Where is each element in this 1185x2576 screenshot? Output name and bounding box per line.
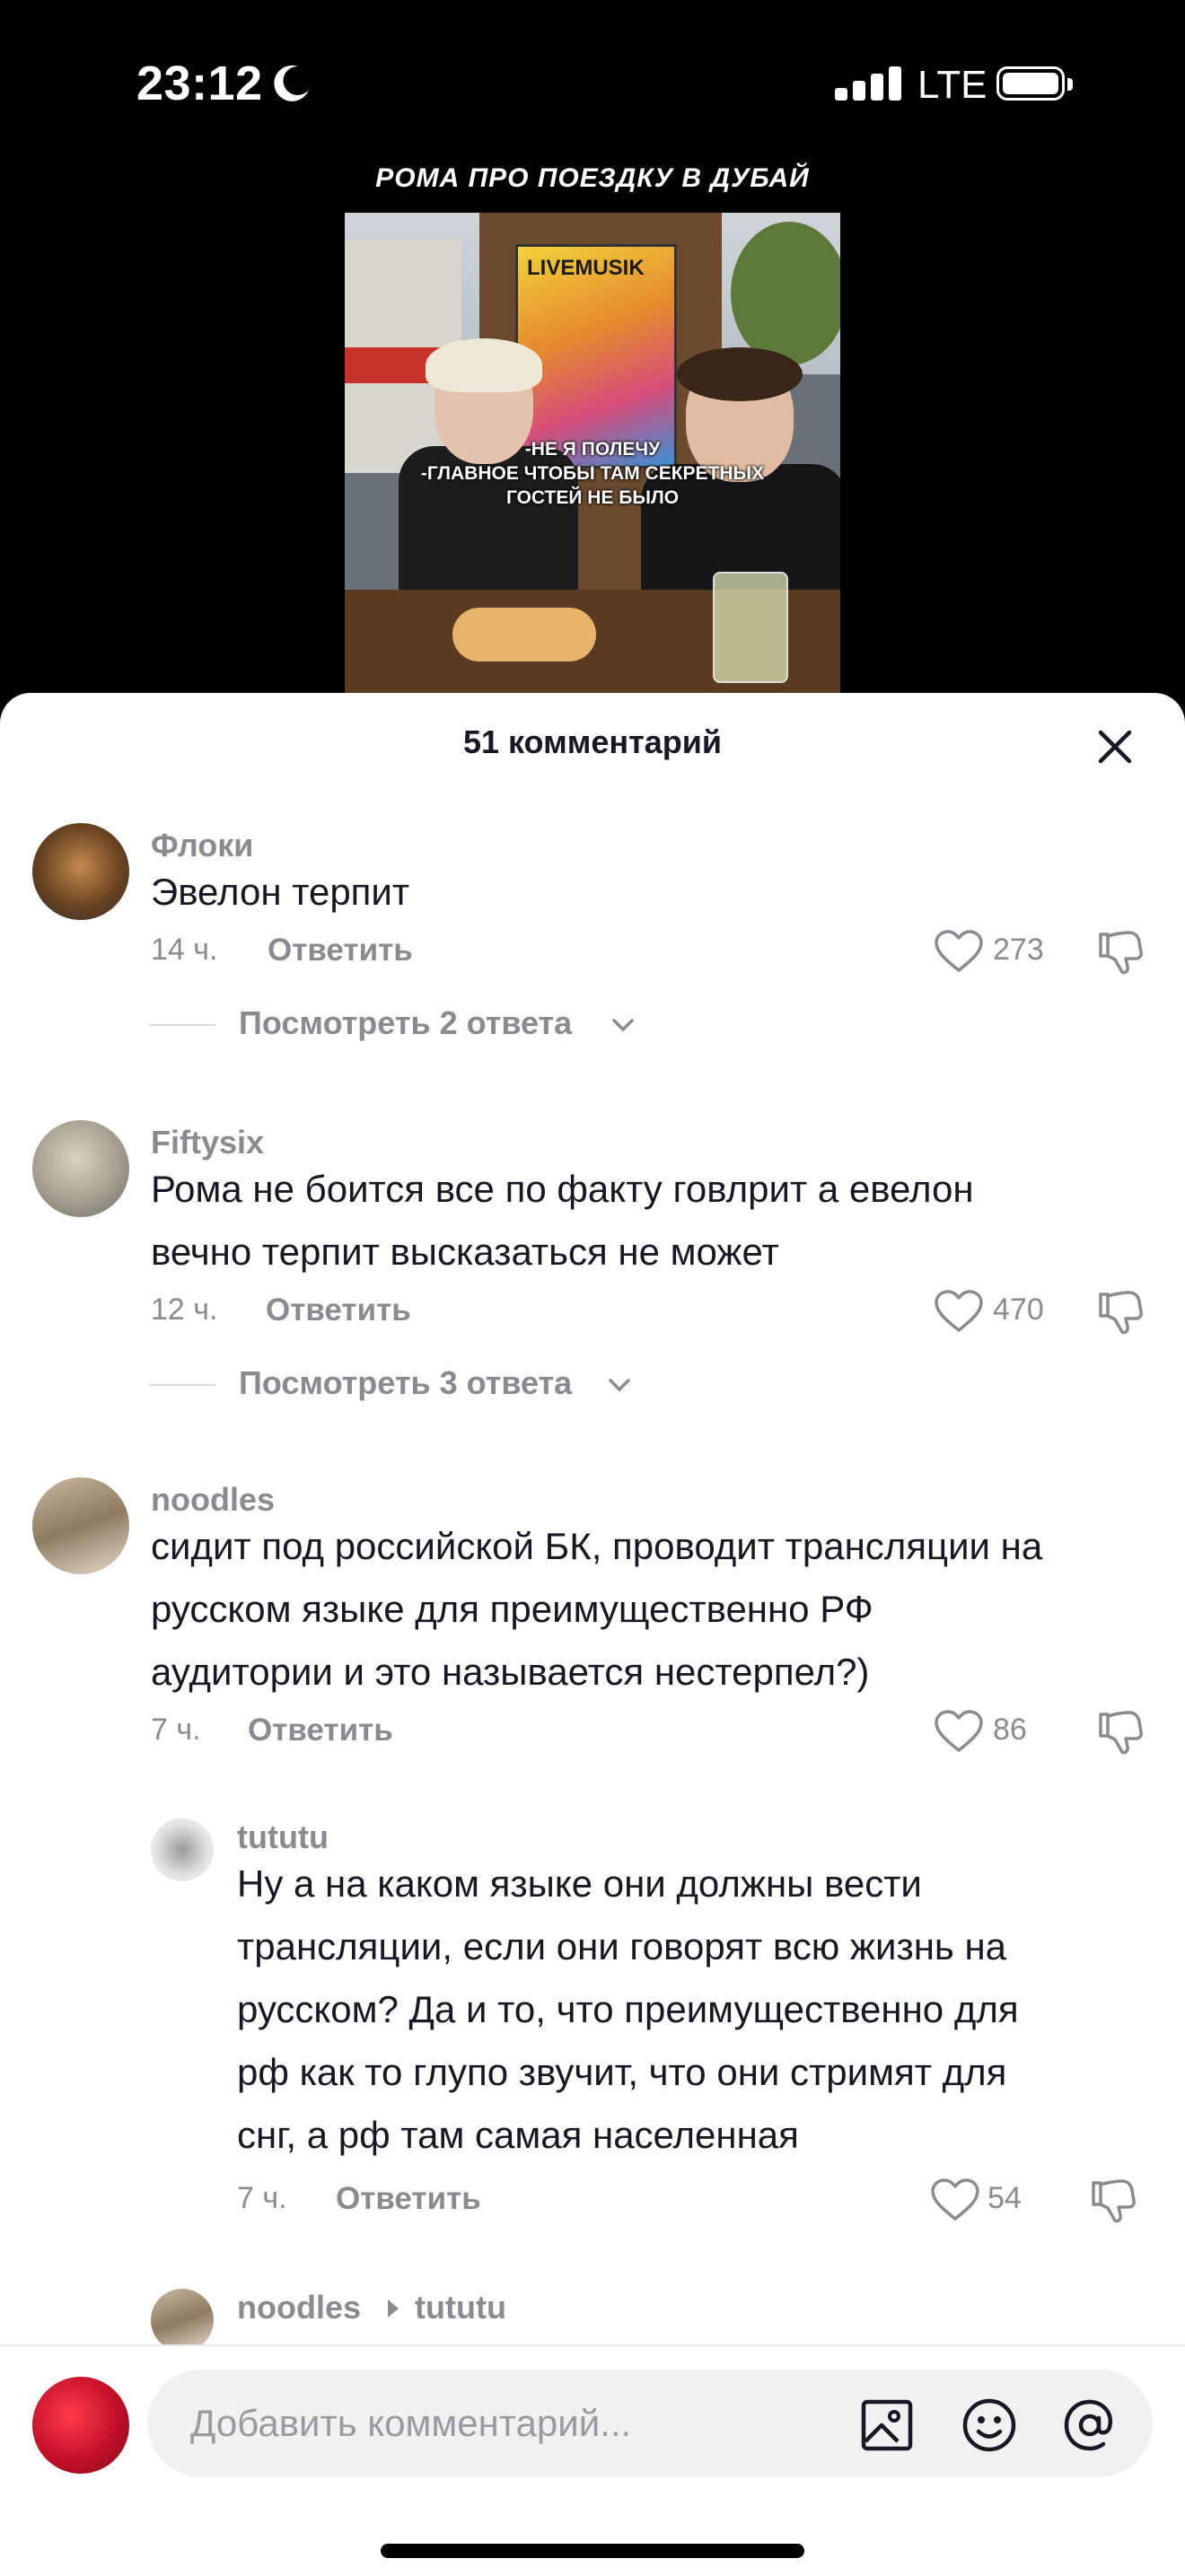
reply-text-line: Ну а на каком языке они должны вести bbox=[237, 1862, 922, 1905]
view-replies-label[interactable]: Посмотреть 3 ответа bbox=[239, 1364, 572, 1402]
comment-username[interactable]: Fiftysix bbox=[151, 1124, 264, 1161]
view-replies-label[interactable]: Посмотреть 2 ответа bbox=[239, 1004, 572, 1042]
heart-icon[interactable] bbox=[934, 929, 984, 974]
like-count: 273 bbox=[993, 933, 1044, 967]
thumbs-down-icon[interactable] bbox=[1088, 2176, 1138, 2226]
comment-text-line: аудитории и это называется нестерпел?) bbox=[151, 1651, 870, 1693]
heart-icon[interactable] bbox=[930, 2177, 980, 2222]
reply-button[interactable]: Ответить bbox=[336, 2181, 481, 2217]
avatar[interactable] bbox=[32, 1477, 129, 1574]
chevron-down-icon bbox=[612, 1019, 634, 1032]
video-title: РОМА ПРО ПОЕЗДКУ В ДУБАЙ bbox=[375, 163, 810, 193]
comment-item: noodles сидит под российской БК, проводи… bbox=[0, 1477, 1185, 1765]
reply-text-line: рф как то глупо звучит, что они стримят … bbox=[237, 2051, 1007, 2093]
image-icon[interactable] bbox=[858, 2396, 916, 2454]
reply-item: tututu Ну а на каком языке они должны ве… bbox=[0, 1818, 1185, 2249]
reply-button[interactable]: Ответить bbox=[248, 1713, 393, 1748]
sheet-header: 51 комментарий bbox=[0, 693, 1185, 801]
comment-item: Fiftysix Рома не боится все по факту гов… bbox=[0, 1120, 1185, 1407]
status-bar: 23:12 LTE bbox=[0, 0, 1185, 171]
emoji-icon[interactable] bbox=[961, 2396, 1018, 2454]
comment-input-bar: Добавить комментарий... bbox=[0, 2344, 1185, 2576]
moon-icon bbox=[274, 65, 309, 101]
heart-icon[interactable] bbox=[934, 1289, 984, 1334]
video-player[interactable]: РОМА ПРО ПОЕЗДКУ В ДУБАЙ LIVEMUSIK -НЕ Я… bbox=[345, 163, 840, 693]
video-frame[interactable]: LIVEMUSIK -НЕ Я ПОЛЕЧУ -ГЛАВНОЕ ЧТОБЫ ТА… bbox=[345, 213, 840, 693]
comment-text-line: сидит под российской БК, проводит трансл… bbox=[151, 1525, 1043, 1567]
comments-sheet: 51 комментарий Флоки Эвелон терпит 14 ч.… bbox=[0, 693, 1185, 2574]
current-user-avatar[interactable] bbox=[32, 2377, 129, 2474]
reply-button[interactable]: Ответить bbox=[268, 933, 413, 968]
subtitle-line: -НЕ Я ПОЛЕЧУ bbox=[524, 439, 661, 460]
like-count: 86 bbox=[993, 1713, 1027, 1747]
comment-item: Флоки Эвелон терпит 14 ч. Ответить 273 П… bbox=[0, 823, 1185, 1056]
close-icon[interactable] bbox=[1093, 725, 1137, 768]
heart-icon[interactable] bbox=[934, 1709, 984, 1754]
network-type: LTE bbox=[917, 63, 988, 107]
reply-button[interactable]: Ответить bbox=[266, 1292, 411, 1328]
avatar[interactable] bbox=[151, 2289, 214, 2352]
comment-time: 12 ч. bbox=[151, 1292, 218, 1327]
thumbs-down-icon[interactable] bbox=[1095, 927, 1146, 977]
reply-text-line: русском? Да и то, что преимущественно дл… bbox=[237, 1988, 1019, 2030]
reply-username[interactable]: noodles bbox=[237, 2289, 361, 2326]
comment-username[interactable]: Флоки bbox=[151, 827, 253, 864]
reply-to-username[interactable]: tututu bbox=[415, 2289, 506, 2326]
reply-text-line: трансляции, если они говорят всю жизнь н… bbox=[237, 1925, 1007, 1967]
comments-count-title: 51 комментарий bbox=[462, 723, 723, 760]
comment-input[interactable]: Добавить комментарий... bbox=[147, 2370, 1153, 2477]
comment-text-line: вечно терпит высказаться не может bbox=[151, 1231, 779, 1273]
avatar[interactable] bbox=[32, 823, 129, 920]
video-subtitles: -НЕ Я ПОЛЕЧУ -ГЛАВНОЕ ЧТОБЫ ТАМ СЕКРЕТНЫ… bbox=[345, 437, 840, 510]
thumbs-down-icon[interactable] bbox=[1095, 1287, 1146, 1337]
home-indicator bbox=[381, 2544, 804, 2558]
comment-text: Рома не боится все по факту говлрит а ев… bbox=[151, 1158, 974, 1284]
reply-text: Ну а на каком языке они должны вести тра… bbox=[237, 1853, 1019, 2167]
subtitle-line: ГОСТЕЙ НЕ БЫЛО bbox=[505, 487, 680, 508]
comment-input-placeholder: Добавить комментарий... bbox=[190, 2402, 632, 2444]
reply-item: noodles tututu bbox=[0, 2289, 1185, 2352]
poster-title: LIVEMUSIK bbox=[527, 256, 645, 280]
mention-icon[interactable] bbox=[1061, 2396, 1119, 2454]
reply-text-line: снг, а рф там самая населенная bbox=[237, 2114, 799, 2156]
comment-text-line: русском языке для преимущественно РФ bbox=[151, 1588, 873, 1630]
comment-text-line: Эвелон терпит bbox=[151, 871, 410, 913]
thumbs-down-icon[interactable] bbox=[1095, 1707, 1146, 1757]
comment-username[interactable]: noodles bbox=[151, 1481, 275, 1519]
comment-time: 7 ч. bbox=[151, 1713, 201, 1747]
reply-time: 7 ч. bbox=[237, 2181, 287, 2215]
battery-icon bbox=[996, 66, 1073, 101]
chevron-down-icon bbox=[609, 1379, 630, 1392]
caret-right-icon bbox=[388, 2300, 399, 2318]
comment-time: 14 ч. bbox=[151, 933, 218, 967]
avatar[interactable] bbox=[32, 1120, 129, 1217]
like-count: 54 bbox=[988, 2181, 1022, 2215]
reply-username[interactable]: tututu bbox=[237, 1818, 329, 1856]
like-count: 470 bbox=[993, 1292, 1044, 1327]
comment-text: сидит под российской БК, проводит трансл… bbox=[151, 1515, 1042, 1704]
drink-glass bbox=[713, 572, 788, 683]
status-time: 23:12 bbox=[136, 57, 263, 110]
comment-text-line: Рома не боится все по факту говлрит а ев… bbox=[151, 1168, 974, 1210]
comment-text: Эвелон терпит bbox=[151, 861, 409, 924]
avatar[interactable] bbox=[151, 1818, 214, 1881]
subtitle-line: -ГЛАВНОЕ ЧТОБЫ ТАМ СЕКРЕТНЫХ bbox=[420, 463, 765, 484]
food-plate bbox=[452, 608, 596, 662]
